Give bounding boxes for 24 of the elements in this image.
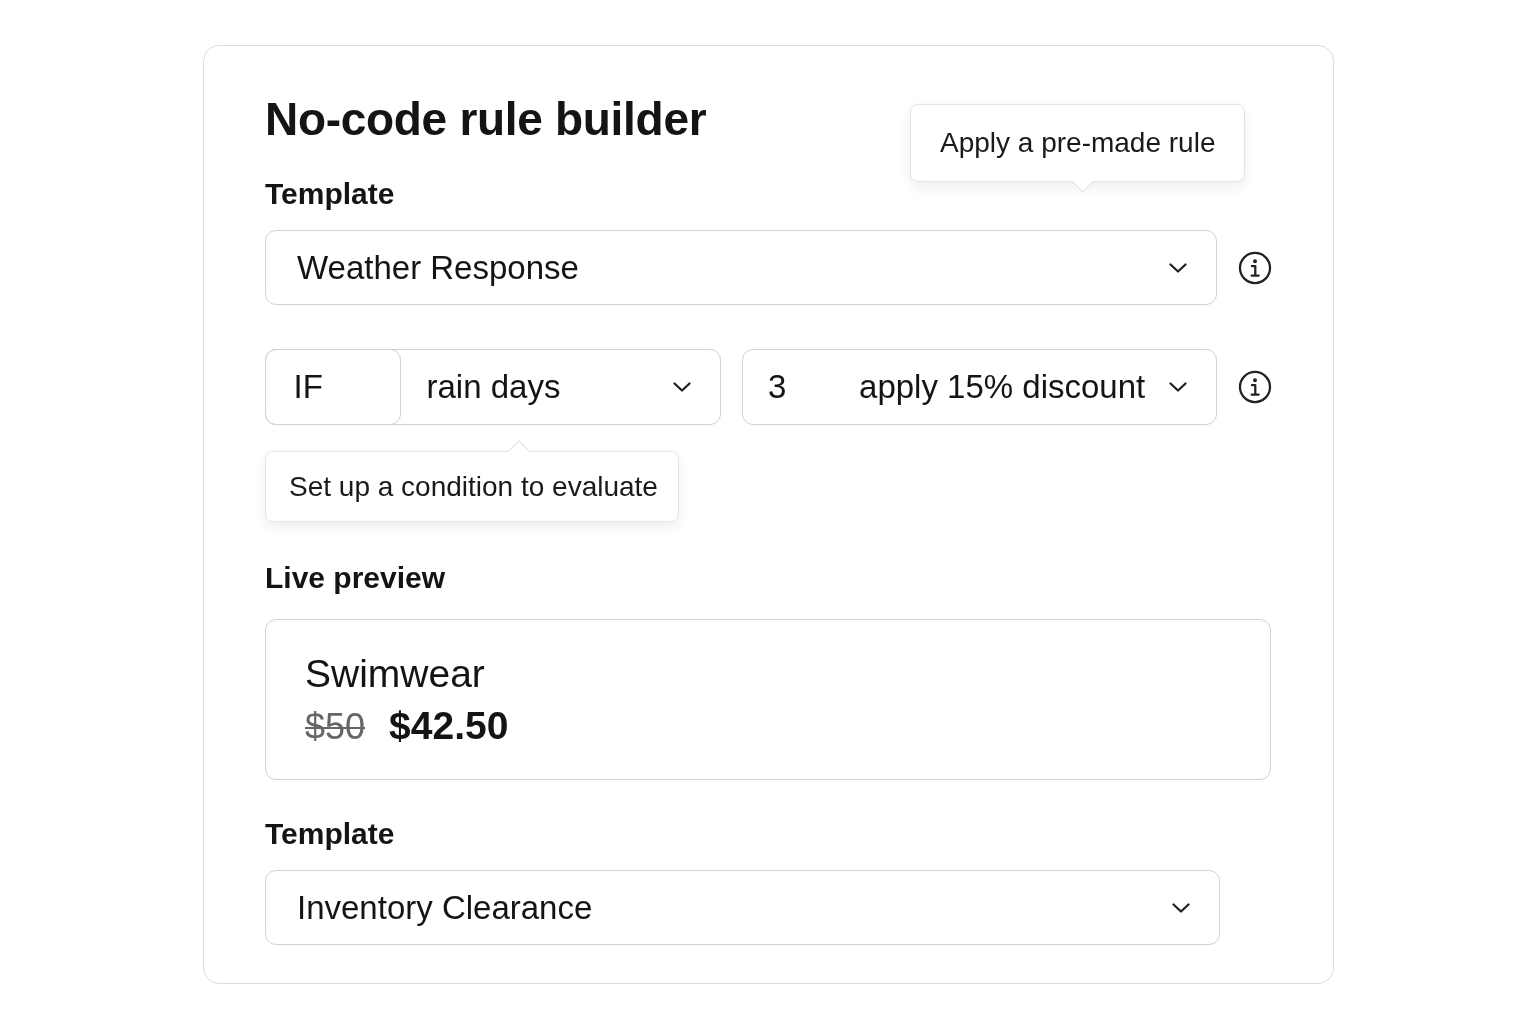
info-icon[interactable] [1238, 250, 1272, 285]
chevron-down-icon [1169, 262, 1187, 273]
original-price: $50 [305, 705, 366, 749]
section-label: Live preview [265, 560, 446, 596]
threshold-input[interactable]: 3 [743, 365, 860, 409]
chevron-down-icon [1169, 382, 1187, 392]
discounted-price: $42.50 [389, 704, 509, 748]
info-icon[interactable] [1238, 370, 1272, 404]
chevron-down-icon [1172, 902, 1190, 913]
template-select[interactable]: Weather Response [265, 230, 1217, 305]
tooltip: Set up a condition to evaluate [265, 451, 679, 522]
tooltip-pointer-icon [508, 440, 530, 452]
product-name: Swimwear [305, 651, 485, 697]
condition-field-select[interactable]: IF rain days [265, 349, 722, 425]
field-label: Template [265, 816, 395, 852]
page-title: No-code rule builder [265, 93, 707, 145]
chevron-down-icon [673, 382, 692, 392]
if-keyword: IF [264, 349, 401, 425]
tooltip: Apply a pre-made rule [910, 104, 1246, 182]
condition-field-value: rain days [426, 368, 562, 406]
field-label: Template [265, 176, 395, 212]
tooltip-pointer-icon [1072, 181, 1094, 193]
template-select[interactable]: Inventory Clearance [265, 870, 1220, 945]
action-select[interactable]: apply 15% discount [859, 365, 1187, 409]
